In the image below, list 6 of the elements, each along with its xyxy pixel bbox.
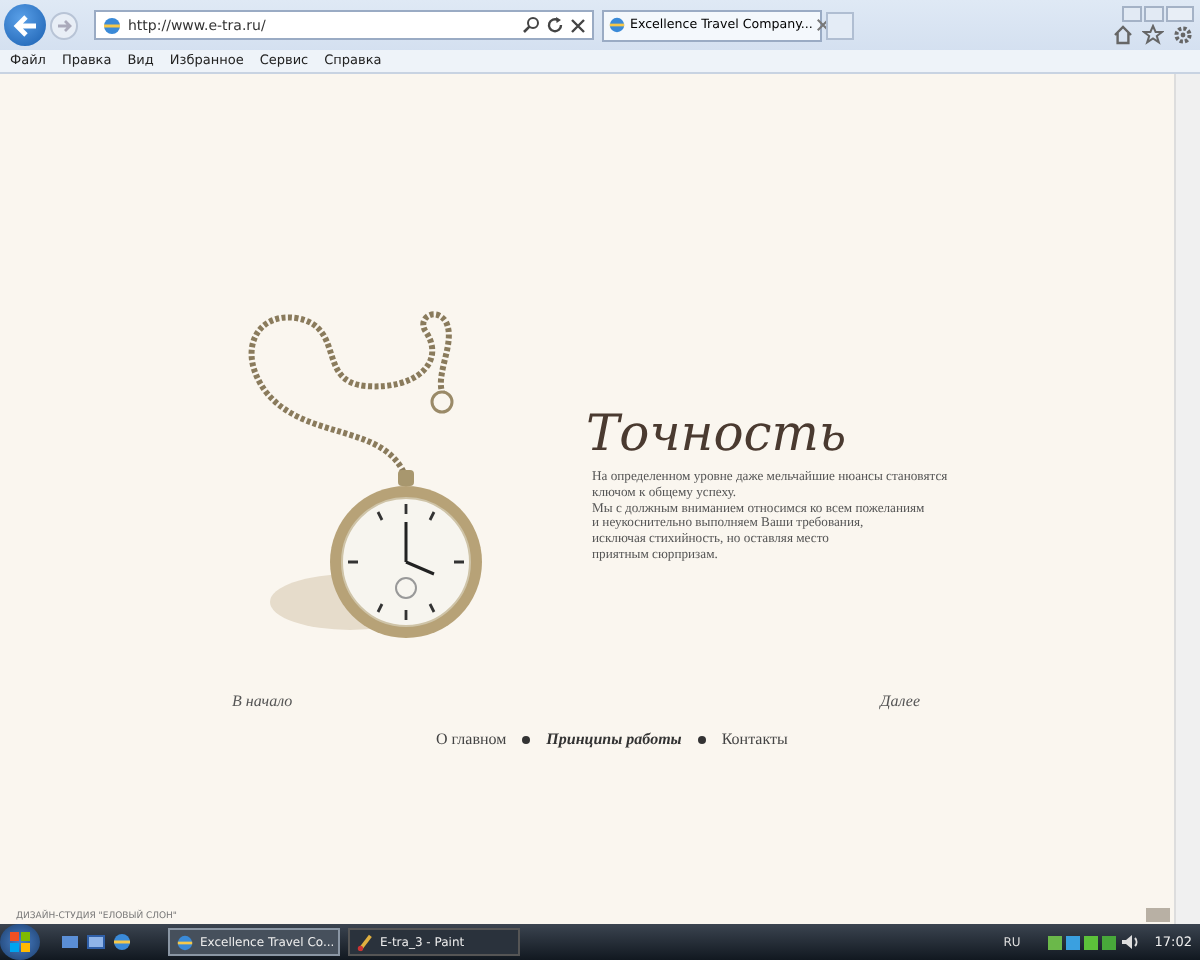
next-link[interactable]: Далее	[880, 692, 920, 710]
page-heading: Точность	[586, 406, 849, 464]
nav-link[interactable]: Принципы работы	[546, 730, 682, 748]
nav-link[interactable]: О главном	[436, 730, 507, 748]
nav-link[interactable]: Контакты	[721, 730, 788, 748]
prev-link[interactable]: В начало	[232, 692, 293, 710]
